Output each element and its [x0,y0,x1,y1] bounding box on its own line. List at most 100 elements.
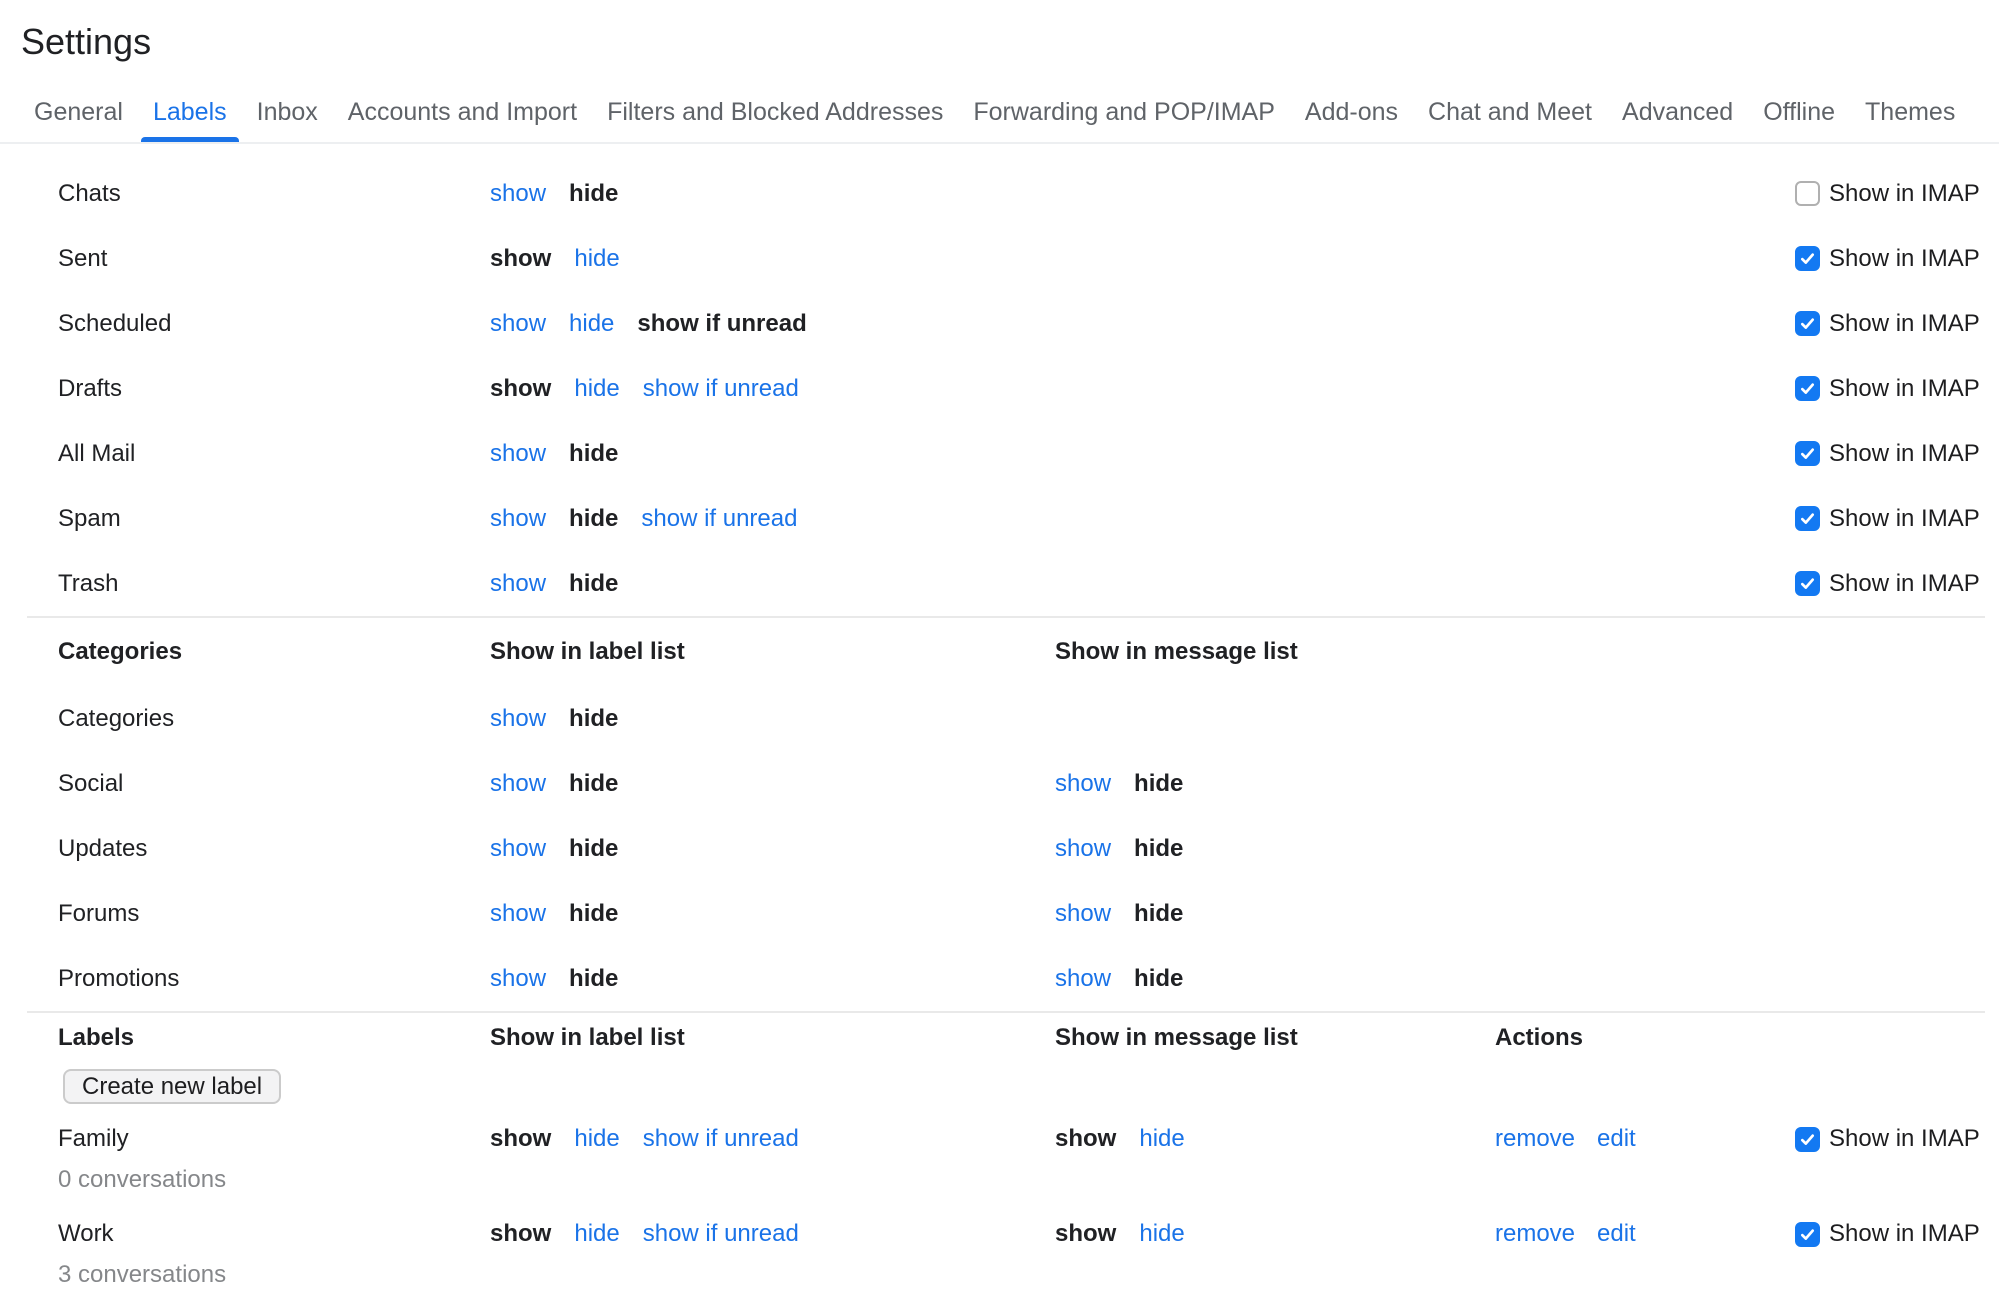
hide-link[interactable]: hide [569,310,614,338]
tab-advanced[interactable]: Advanced [1622,82,1733,142]
show-in-imap-checkbox[interactable] [1795,506,1820,531]
hide-link[interactable]: hide [574,375,619,403]
show-option-selected: show [490,1220,551,1248]
show-in-imap-label: Show in IMAP [1829,440,1980,468]
show-link[interactable]: show [490,505,546,533]
hide-link[interactable]: hide [574,1220,619,1248]
imap-cell: Show in IMAP [1795,310,1985,338]
show-link[interactable]: show [490,835,546,863]
show-link[interactable]: show [490,770,546,798]
column-header-message-list: Show in message list [1055,638,1495,666]
row-sent: Sent show hide Show in IMAP [0,226,1999,291]
label-list-options: show hide [490,570,1055,598]
show-link[interactable]: show [490,900,546,928]
tab-inbox[interactable]: Inbox [257,82,318,142]
show-in-imap-label: Show in IMAP [1829,310,1980,338]
show-in-imap-label: Show in IMAP [1829,505,1980,533]
hide-option-selected: hide [569,835,618,863]
tab-offline[interactable]: Offline [1763,82,1835,142]
show-if-unread-link[interactable]: show if unread [643,375,799,403]
show-in-imap-label: Show in IMAP [1829,375,1980,403]
show-in-imap-checkbox[interactable] [1795,311,1820,336]
show-link[interactable]: show [1055,770,1111,798]
label-list-options: show hide show if unread [490,310,1055,338]
categories-section-title: Categories [58,638,490,666]
show-link[interactable]: show [1055,965,1111,993]
create-new-label-button[interactable]: Create new label [63,1069,281,1104]
tab-accounts-and-import[interactable]: Accounts and Import [348,82,577,142]
row-label: Promotions [58,965,490,993]
tab-labels[interactable]: Labels [153,82,227,142]
show-if-unread-link[interactable]: show if unread [643,1125,799,1153]
row-label: Forums [58,900,490,928]
column-header-label-list: Show in label list [490,638,1055,666]
row-all-mail: All Mail show hide Show in IMAP [0,421,1999,486]
label-list-options: show hide [490,770,1055,798]
tab-themes[interactable]: Themes [1865,82,1955,142]
show-link[interactable]: show [490,965,546,993]
row-scheduled: Scheduled show hide show if unread Show … [0,291,1999,356]
settings-tab-bar: General Labels Inbox Accounts and Import… [0,82,1999,144]
label-list-options: show hide [490,900,1055,928]
label-list-options: show hide [490,245,1055,273]
tab-forwarding-and-pop-imap[interactable]: Forwarding and POP/IMAP [973,82,1275,142]
imap-cell: Show in IMAP [1795,505,1985,533]
actions-cell: remove edit [1495,1212,1795,1256]
imap-cell: Show in IMAP [1795,245,1985,273]
show-in-imap-checkbox[interactable] [1795,1127,1820,1152]
row-label: All Mail [58,440,490,468]
show-link[interactable]: show [490,310,546,338]
tab-filters-and-blocked-addresses[interactable]: Filters and Blocked Addresses [607,82,943,142]
row-label: Social [58,770,490,798]
hide-option-selected: hide [569,570,618,598]
show-link[interactable]: show [1055,835,1111,863]
show-in-imap-checkbox[interactable] [1795,246,1820,271]
show-if-unread-option-selected: show if unread [637,310,806,338]
show-in-imap-label: Show in IMAP [1829,570,1980,598]
show-in-imap-checkbox[interactable] [1795,181,1820,206]
label-list-options: show hide [490,965,1055,993]
labels-section: Labels Show in label list Show in messag… [0,1013,1999,1294]
tab-general[interactable]: General [34,82,123,142]
imap-cell: Show in IMAP [1795,1117,1985,1161]
show-option-selected: show [1055,1125,1116,1153]
show-in-imap-checkbox[interactable] [1795,571,1820,596]
row-label: Categories [58,705,490,733]
hide-option-selected: hide [569,770,618,798]
label-info: Work 3 conversations [58,1212,490,1294]
show-if-unread-link[interactable]: show if unread [643,1220,799,1248]
show-option-selected: show [490,245,551,273]
remove-link[interactable]: remove [1495,1220,1575,1248]
label-list-options: show hide [490,440,1055,468]
show-in-imap-checkbox[interactable] [1795,376,1820,401]
categories-header-row: Categories Show in label list Show in me… [0,618,1999,686]
show-link[interactable]: show [490,705,546,733]
row-spam: Spam show hide show if unread Show in IM… [0,486,1999,551]
show-in-imap-checkbox[interactable] [1795,441,1820,466]
message-list-options: show hide [1055,965,1495,993]
hide-link[interactable]: hide [574,245,619,273]
imap-cell: Show in IMAP [1795,570,1985,598]
show-if-unread-link[interactable]: show if unread [641,505,797,533]
edit-link[interactable]: edit [1597,1125,1636,1153]
row-social: Social show hide show hide [0,751,1999,816]
column-header-message-list: Show in message list [1055,1024,1495,1052]
tab-add-ons[interactable]: Add-ons [1305,82,1398,142]
show-link[interactable]: show [490,180,546,208]
label-info: Family 0 conversations [58,1117,490,1199]
show-in-imap-checkbox[interactable] [1795,1222,1820,1247]
hide-link[interactable]: hide [1139,1220,1184,1248]
label-list-options: show hide show if unread [490,375,1055,403]
show-link[interactable]: show [490,440,546,468]
show-link[interactable]: show [1055,900,1111,928]
create-label-row: Create new label [0,1069,1999,1104]
hide-link[interactable]: hide [1139,1125,1184,1153]
categories-section: Categories Show in label list Show in me… [0,618,1999,1011]
hide-option-selected: hide [1134,770,1183,798]
tab-chat-and-meet[interactable]: Chat and Meet [1428,82,1592,142]
labels-section-title: Labels [58,1024,490,1052]
hide-link[interactable]: hide [574,1125,619,1153]
remove-link[interactable]: remove [1495,1125,1575,1153]
show-link[interactable]: show [490,570,546,598]
edit-link[interactable]: edit [1597,1220,1636,1248]
